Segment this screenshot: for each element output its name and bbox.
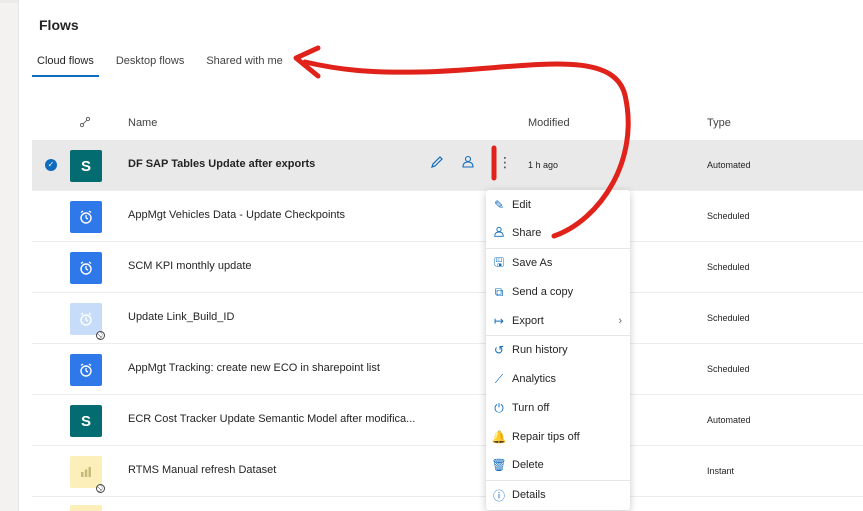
save-icon: 🖫 [493,254,505,269]
disabled-icon: ⃠ [96,484,105,493]
menu-item-label: Edit [512,199,531,211]
menu-item-label: Export [512,315,544,327]
sharepoint-icon: S [70,405,102,437]
history-icon: ↺ [493,343,505,357]
edit-pencil-icon[interactable] [430,155,444,172]
menu-item-details[interactable]: ⓘ Details [486,484,630,506]
menu-divider [486,480,630,481]
trash-icon: 🗑 [491,458,507,472]
menu-item-label: Save As [512,257,553,269]
flow-name[interactable]: AppMgt Tracking: create new ECO in share… [128,362,380,374]
menu-item-label: Turn off [512,402,550,414]
menu-item-edit[interactable]: ✎ Edit [486,194,630,216]
powerbi-icon [70,456,102,488]
type-value: Instant [707,466,735,476]
share-icon [486,226,512,241]
menu-item-save-as[interactable]: 🖫 Save As [486,252,630,274]
sharepoint-icon: S [70,150,102,182]
export-icon: ↦ [493,314,505,328]
more-options-icon[interactable]: ⋮ [498,154,512,171]
menu-item-label: Repair tips off [512,431,580,443]
menu-item-turn-off[interactable]: ⏻ Turn off [486,397,630,419]
analytics-icon: ⟋ [494,371,504,386]
flow-name[interactable]: AppMgt Vehicles Data - Update Checkpoint… [128,209,345,221]
menu-divider [486,335,630,336]
flow-name[interactable]: RTMS Manual refresh Dataset [128,464,276,476]
menu-item-send-a-copy[interactable]: ⧉ Send a copy [486,281,630,303]
tab-cloud-flows[interactable]: Cloud flows [32,53,99,77]
menu-item-label: Delete [512,459,544,471]
menu-item-repair-tips-off[interactable]: 🔔 Repair tips off [486,426,630,448]
pencil-icon: ✎ [493,198,505,212]
type-value: Scheduled [707,262,750,272]
flow-name[interactable]: DF SAP Tables Update after exports [128,158,315,170]
table-header: Name Modified Type [32,110,863,138]
flow-type-icon [79,116,91,131]
table-row[interactable]: S ECR Cost Tracker Update Semantic Model… [32,395,863,446]
type-value: Automated [707,160,751,170]
table-row[interactable]: SCM KPI monthly update Scheduled [32,242,863,293]
menu-item-run-history[interactable]: ↺ Run history [486,339,630,361]
menu-item-share[interactable]: Share [486,222,630,244]
table-row[interactable] [32,497,863,511]
menu-item-label: Share [512,227,542,239]
info-icon: ⓘ [492,488,505,503]
power-icon: ⏻ [494,400,504,415]
menu-item-export[interactable]: ↦ Export › [486,310,630,332]
disabled-icon: ⃠ [96,331,105,340]
column-modified[interactable]: Modified [528,117,570,129]
selected-check-icon[interactable]: ✓ [45,159,57,171]
alarm-clock-icon [70,201,102,233]
tab-shared-with-me[interactable]: Shared with me [201,53,287,77]
alarm-clock-icon [70,303,102,335]
menu-item-label: Send a copy [512,286,574,298]
bell-icon: 🔔 [491,430,507,444]
table-row[interactable]: ✓ S DF SAP Tables Update after exports ⋮… [32,140,863,191]
menu-item-label: Analytics [512,373,557,385]
flows-panel: Flows Cloud flows Desktop flows Shared w… [18,0,863,511]
flow-name[interactable]: SCM KPI monthly update [128,260,252,272]
column-name[interactable]: Name [128,117,157,129]
tab-desktop-flows[interactable]: Desktop flows [111,53,189,77]
share-icon[interactable] [461,155,475,172]
table-row[interactable]: AppMgt Tracking: create new ECO in share… [32,344,863,395]
type-value: Scheduled [707,211,750,221]
table-row[interactable]: AppMgt Vehicles Data - Update Checkpoint… [32,191,863,242]
type-value: Scheduled [707,364,750,374]
table-row[interactable]: ⃠ RTMS Manual refresh Dataset Instant [32,446,863,497]
alarm-clock-icon [70,252,102,284]
copy-icon: ⧉ [494,284,504,299]
context-menu: ✎ Edit Share 🖫 Save As ⧉ Send a copy ↦ E… [486,190,630,510]
menu-item-delete[interactable]: 🗑 Delete [486,454,630,476]
alarm-clock-icon [70,354,102,386]
table-row[interactable]: ⃠ Update Link_Build_ID Scheduled [32,293,863,344]
menu-item-label: Details [512,489,546,501]
type-value: Scheduled [707,313,750,323]
menu-item-label: Run history [512,344,568,356]
column-type[interactable]: Type [707,117,731,129]
type-value: Automated [707,415,751,425]
menu-divider [486,248,630,249]
flow-name[interactable]: ECR Cost Tracker Update Semantic Model a… [128,413,415,425]
powerbi-icon [70,505,102,511]
modified-value: 1 h ago [528,160,559,170]
chevron-right-icon: › [618,315,622,327]
page-title: Flows [39,17,79,33]
flow-tabs: Cloud flows Desktop flows Shared with me [32,53,300,77]
menu-item-analytics[interactable]: ⟋ Analytics [486,368,630,390]
flow-name[interactable]: Update Link_Build_ID [128,311,234,323]
